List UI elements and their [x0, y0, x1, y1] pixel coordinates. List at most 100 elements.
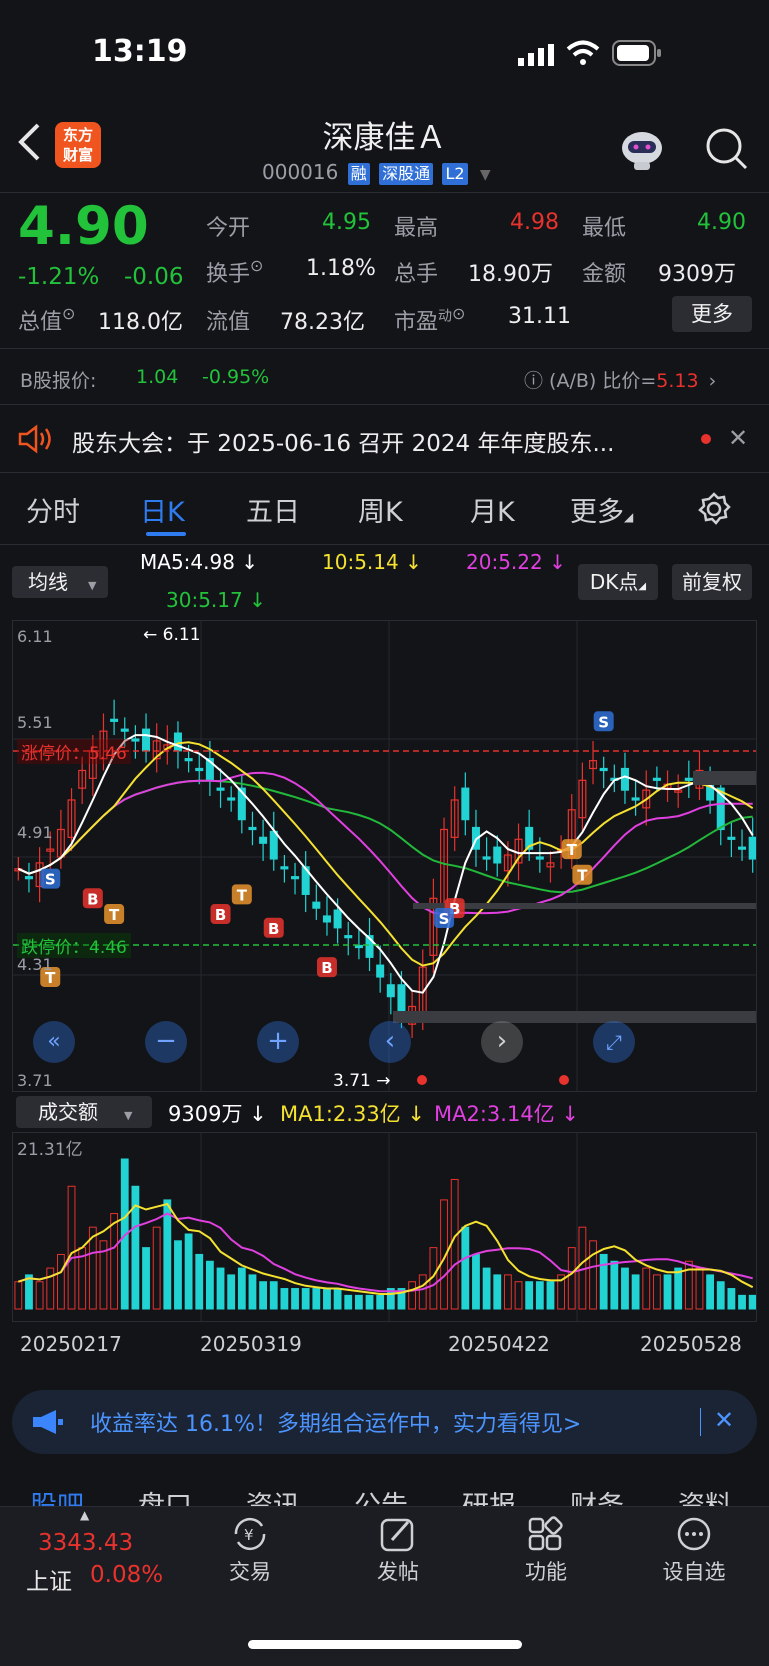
- more-button[interactable]: 更多: [672, 296, 752, 332]
- adjust-button[interactable]: 前复权: [672, 564, 752, 600]
- pe-label: 市盈动⊙: [394, 304, 466, 335]
- candle-body: [269, 830, 278, 860]
- date-label-1: 20250217: [20, 1332, 122, 1356]
- volume-bar: [418, 1274, 427, 1310]
- volume-bar: [237, 1267, 246, 1310]
- nav-post[interactable]: 发帖: [338, 1516, 458, 1586]
- candle-body: [344, 935, 353, 939]
- volume-bar: [248, 1274, 257, 1310]
- volume-chart[interactable]: 21.31亿 20250217: [12, 1132, 757, 1322]
- candle-body: [376, 964, 385, 978]
- info-icon[interactable]: ⊙: [452, 304, 465, 323]
- volume-bar: [205, 1260, 214, 1310]
- date-label-2: 20250319: [200, 1332, 302, 1356]
- candle-body: [259, 836, 268, 844]
- amount-value: 9309万: [658, 262, 736, 287]
- tab-daily[interactable]: 日K: [140, 490, 185, 529]
- open-value: 4.95: [322, 210, 371, 235]
- candle-body: [727, 836, 736, 840]
- index-expand-arrow-icon[interactable]: ▲: [80, 1508, 89, 1522]
- info-icon[interactable]: ⊙: [62, 304, 75, 323]
- tab-weekly[interactable]: 周K: [358, 490, 403, 529]
- scroll-fast-left-button[interactable]: «: [33, 1021, 75, 1063]
- prev-point-button[interactable]: ‹: [369, 1021, 411, 1063]
- candle-body: [120, 728, 129, 732]
- volume-value: 18.90万: [468, 262, 553, 287]
- index-value[interactable]: 3343.43: [38, 1530, 133, 1556]
- candle-body: [748, 836, 756, 860]
- volume-bar: [312, 1288, 321, 1310]
- robot-assistant-icon[interactable]: [618, 128, 666, 176]
- change-value: -0.06: [124, 264, 184, 290]
- wifi-icon: [566, 40, 600, 70]
- nav-post-label: 发帖: [377, 1560, 419, 1584]
- candle-body: [461, 787, 470, 821]
- more-dots-icon: [677, 1517, 711, 1551]
- ma5-readout: MA5:4.98 ↓: [140, 550, 259, 574]
- ab-ratio[interactable]: ⓘ (A/B) 比价=5.13 ›: [524, 366, 716, 393]
- candle-body: [333, 909, 342, 929]
- volume-bar: [301, 1288, 310, 1310]
- volume-bar: [280, 1288, 289, 1310]
- low-label: 最低: [582, 216, 627, 241]
- promo-text[interactable]: 收益率达 16.1%！多期组合运作中，实力看得见>: [90, 1406, 581, 1438]
- banner-close-icon[interactable]: ✕: [714, 1406, 734, 1434]
- tab-monthly[interactable]: 月K: [470, 490, 515, 529]
- notice-text[interactable]: 股东大会：于 2025-06-16 召开 2024 年年度股东...: [72, 424, 614, 458]
- volume-indicator-select[interactable]: 成交额 ▼: [16, 1096, 152, 1128]
- volume-bar: [695, 1267, 704, 1310]
- volume-bar: [461, 1226, 470, 1310]
- zoom-out-button[interactable]: −: [145, 1021, 187, 1063]
- info-icon[interactable]: ⊙: [250, 256, 263, 275]
- next-point-button[interactable]: ›: [481, 1021, 523, 1063]
- amount-label: 金额: [582, 262, 627, 287]
- nav-functions[interactable]: 功能: [486, 1516, 606, 1586]
- chevron-right-icon: ›: [708, 370, 717, 392]
- volume-bar: [174, 1240, 182, 1310]
- volume-bar: [652, 1274, 661, 1310]
- volume-bar: [663, 1274, 672, 1310]
- open-label: 今开: [206, 216, 251, 241]
- stock-code: 000016: [262, 160, 339, 184]
- nav-trade-label: 交易: [229, 1560, 271, 1584]
- zoom-in-button[interactable]: +: [257, 1021, 299, 1063]
- volume-bar: [67, 1185, 76, 1310]
- volume-svg: [14, 1133, 756, 1321]
- fullscreen-expand-icon[interactable]: ⤢: [593, 1021, 635, 1063]
- kline-chart[interactable]: SBTTBTBBBSTTS 6.11 5.51 4.91 4.31 3.71 ←…: [12, 620, 757, 1092]
- tab-five-day[interactable]: 五日: [246, 490, 300, 529]
- mcap-label: 总值⊙: [18, 304, 76, 335]
- battery-icon: [612, 40, 662, 70]
- high-value: 4.98: [510, 210, 559, 235]
- tag-l2: L2: [442, 162, 468, 185]
- nav-add-watchlist[interactable]: 设自选: [634, 1516, 754, 1586]
- trade-marker-letter: S: [439, 910, 450, 928]
- index-change: 0.08%: [90, 1562, 164, 1588]
- volume-bar: [152, 1226, 161, 1310]
- volume-bar: [546, 1281, 555, 1310]
- dk-point-button[interactable]: DK点◢: [578, 564, 658, 600]
- candle-body: [216, 787, 225, 791]
- volume-bar: [323, 1288, 331, 1310]
- volume-bar: [503, 1274, 512, 1310]
- active-tab-indicator: [146, 532, 186, 536]
- help-icon: ⓘ: [524, 370, 550, 392]
- tag-connect: 深股通: [379, 162, 434, 185]
- volume-bar: [142, 1247, 150, 1310]
- volume-bar: [684, 1260, 693, 1310]
- candle-body: [173, 732, 182, 752]
- candle-body: [227, 797, 236, 801]
- tab-minute[interactable]: 分时: [26, 490, 80, 529]
- turnover-label: 换手⊙: [206, 256, 264, 287]
- settings-gear-icon[interactable]: [697, 492, 731, 530]
- candle-body: [291, 876, 300, 880]
- close-icon[interactable]: ✕: [728, 424, 748, 452]
- nav-trade[interactable]: ¥ 交易: [190, 1516, 310, 1586]
- candle-body: [142, 728, 151, 752]
- stock-code-row[interactable]: 000016 融 深股通 L2 ▼: [262, 160, 491, 185]
- search-icon[interactable]: [704, 126, 750, 176]
- nav-add-watchlist-label: 设自选: [662, 1560, 726, 1584]
- indicator-select[interactable]: 均线 ▼: [12, 566, 108, 598]
- tab-more[interactable]: 更多◢: [570, 490, 633, 529]
- volume-bar: [482, 1267, 491, 1310]
